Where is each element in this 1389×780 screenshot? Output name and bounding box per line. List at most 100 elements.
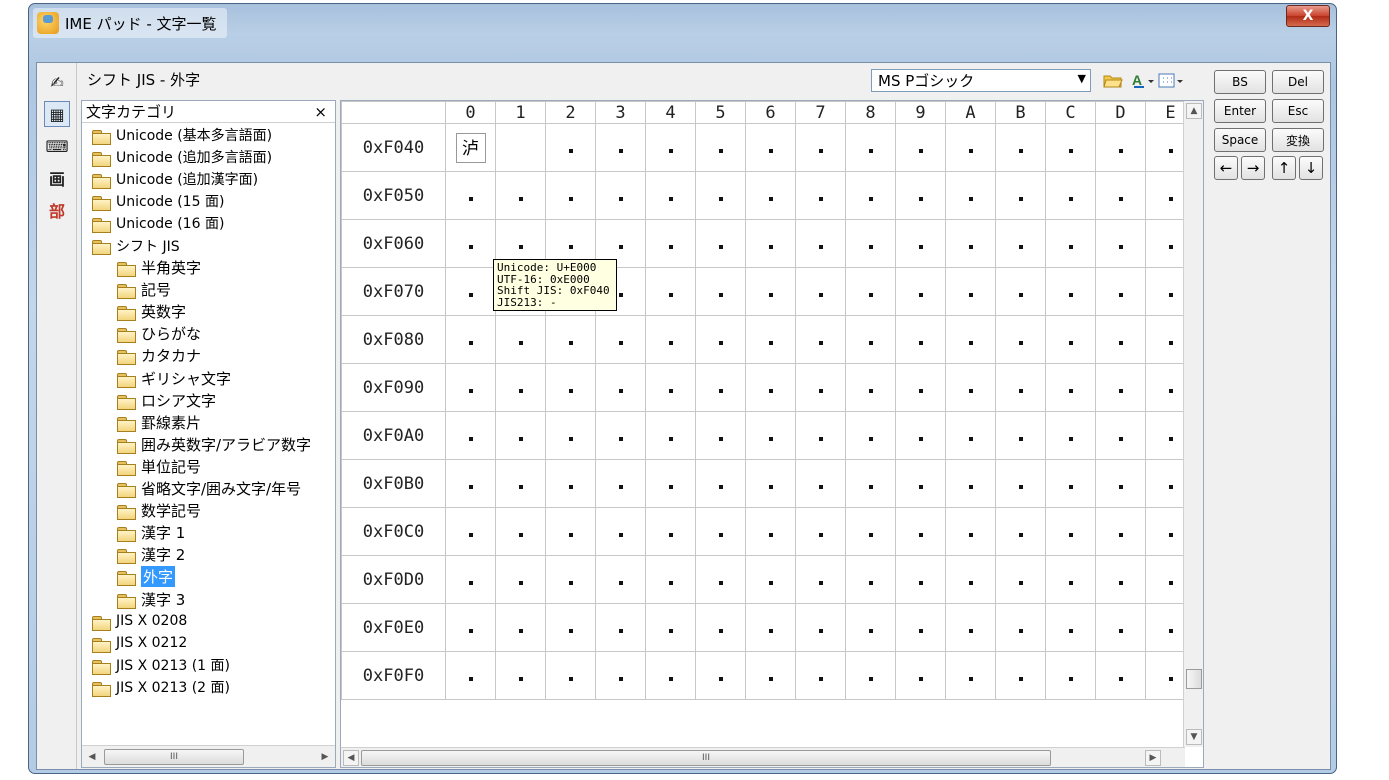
- char-cell[interactable]: [695, 411, 746, 460]
- scroll-left-icon[interactable]: ◀: [84, 749, 100, 765]
- char-cell[interactable]: [445, 411, 496, 460]
- char-cell[interactable]: [995, 507, 1046, 556]
- category-item[interactable]: JIS X 0213 (1 面): [82, 654, 335, 676]
- char-cell[interactable]: [1045, 123, 1096, 172]
- char-cell[interactable]: [645, 507, 696, 556]
- char-cell[interactable]: [1045, 411, 1096, 460]
- radical-mode-icon[interactable]: 部: [44, 197, 70, 223]
- font-color-icon[interactable]: A: [1129, 70, 1157, 92]
- char-cell[interactable]: [845, 267, 896, 316]
- char-cell[interactable]: [1045, 507, 1096, 556]
- char-cell[interactable]: [645, 315, 696, 364]
- char-cell[interactable]: [945, 507, 996, 556]
- char-cell[interactable]: [795, 603, 846, 652]
- char-cell[interactable]: [545, 363, 596, 412]
- category-close-icon[interactable]: ×: [314, 103, 327, 121]
- view-grid-icon[interactable]: [1157, 70, 1185, 92]
- char-cell[interactable]: [795, 651, 846, 700]
- char-cell[interactable]: [495, 315, 546, 364]
- char-cell[interactable]: [645, 603, 696, 652]
- char-cell[interactable]: [645, 219, 696, 268]
- category-item[interactable]: 記号: [82, 279, 335, 301]
- handwriting-mode-icon[interactable]: ✍: [44, 69, 70, 95]
- category-item[interactable]: 外字: [82, 566, 335, 588]
- char-cell[interactable]: [695, 603, 746, 652]
- char-cell[interactable]: [745, 123, 796, 172]
- charlist-mode-icon[interactable]: ▦: [44, 101, 70, 127]
- char-cell[interactable]: [995, 123, 1046, 172]
- char-cell[interactable]: [895, 555, 946, 604]
- char-cell[interactable]: [595, 459, 646, 508]
- char-cell[interactable]: 泸: [445, 123, 496, 172]
- char-cell[interactable]: [545, 459, 596, 508]
- char-cell[interactable]: [945, 123, 996, 172]
- char-cell[interactable]: [545, 315, 596, 364]
- char-cell[interactable]: [445, 219, 496, 268]
- char-cell[interactable]: [1095, 411, 1146, 460]
- char-cell[interactable]: [945, 315, 996, 364]
- char-cell[interactable]: [1045, 315, 1096, 364]
- category-item[interactable]: ひらがな: [82, 323, 335, 345]
- char-cell[interactable]: [645, 171, 696, 220]
- char-cell[interactable]: [595, 315, 646, 364]
- char-cell[interactable]: [845, 603, 896, 652]
- char-cell[interactable]: [1045, 555, 1096, 604]
- close-button[interactable]: X: [1286, 5, 1330, 27]
- char-cell[interactable]: [945, 363, 996, 412]
- char-cell[interactable]: [945, 171, 996, 220]
- char-cell[interactable]: [645, 411, 696, 460]
- char-cell[interactable]: [645, 459, 696, 508]
- folder-open-icon[interactable]: [1099, 70, 1127, 92]
- char-cell[interactable]: [995, 171, 1046, 220]
- stroke-mode-icon[interactable]: 画: [44, 165, 70, 191]
- char-cell[interactable]: [695, 507, 746, 556]
- category-item[interactable]: 囲み英数字/アラビア数字: [82, 433, 335, 455]
- char-cell[interactable]: [545, 603, 596, 652]
- char-cell[interactable]: [1095, 555, 1146, 604]
- char-cell[interactable]: [545, 411, 596, 460]
- category-scroll-thumb[interactable]: III: [104, 749, 244, 765]
- char-cell[interactable]: [1045, 651, 1096, 700]
- char-cell[interactable]: [945, 555, 996, 604]
- char-cell[interactable]: [645, 555, 696, 604]
- char-cell[interactable]: [845, 363, 896, 412]
- char-cell[interactable]: [845, 171, 896, 220]
- char-cell[interactable]: [795, 411, 846, 460]
- char-cell[interactable]: [745, 555, 796, 604]
- char-cell[interactable]: [945, 603, 996, 652]
- char-cell[interactable]: [895, 219, 946, 268]
- char-cell[interactable]: [595, 411, 646, 460]
- up-arrow-key[interactable]: ↑: [1272, 156, 1296, 180]
- category-item[interactable]: Unicode (基本多言語面): [82, 124, 335, 146]
- char-cell[interactable]: [445, 315, 496, 364]
- char-cell[interactable]: [495, 507, 546, 556]
- char-cell[interactable]: [745, 219, 796, 268]
- category-item[interactable]: Unicode (15 面): [82, 190, 335, 212]
- category-item[interactable]: 漢字 1: [82, 522, 335, 544]
- char-cell[interactable]: [795, 459, 846, 508]
- del-key[interactable]: Del: [1272, 70, 1324, 94]
- char-cell[interactable]: [595, 171, 646, 220]
- char-cell[interactable]: [495, 603, 546, 652]
- char-cell[interactable]: [695, 171, 746, 220]
- char-cell[interactable]: [745, 459, 796, 508]
- char-cell[interactable]: [945, 219, 996, 268]
- char-cell[interactable]: [445, 459, 496, 508]
- char-cell[interactable]: [895, 459, 946, 508]
- scroll-left-icon[interactable]: ◀: [343, 750, 359, 766]
- char-cell[interactable]: [945, 411, 996, 460]
- char-cell[interactable]: [995, 219, 1046, 268]
- char-cell[interactable]: [695, 315, 746, 364]
- char-cell[interactable]: [445, 555, 496, 604]
- char-cell[interactable]: [845, 507, 896, 556]
- category-item[interactable]: 半角英字: [82, 257, 335, 279]
- char-cell[interactable]: [745, 267, 796, 316]
- scroll-up-icon[interactable]: ▲: [1186, 103, 1202, 119]
- char-cell[interactable]: [495, 459, 546, 508]
- char-cell[interactable]: [845, 651, 896, 700]
- char-cell[interactable]: [845, 459, 896, 508]
- char-cell[interactable]: [1095, 651, 1146, 700]
- enter-key[interactable]: Enter: [1214, 99, 1266, 123]
- char-cell[interactable]: [695, 267, 746, 316]
- category-item[interactable]: JIS X 0212: [82, 632, 335, 654]
